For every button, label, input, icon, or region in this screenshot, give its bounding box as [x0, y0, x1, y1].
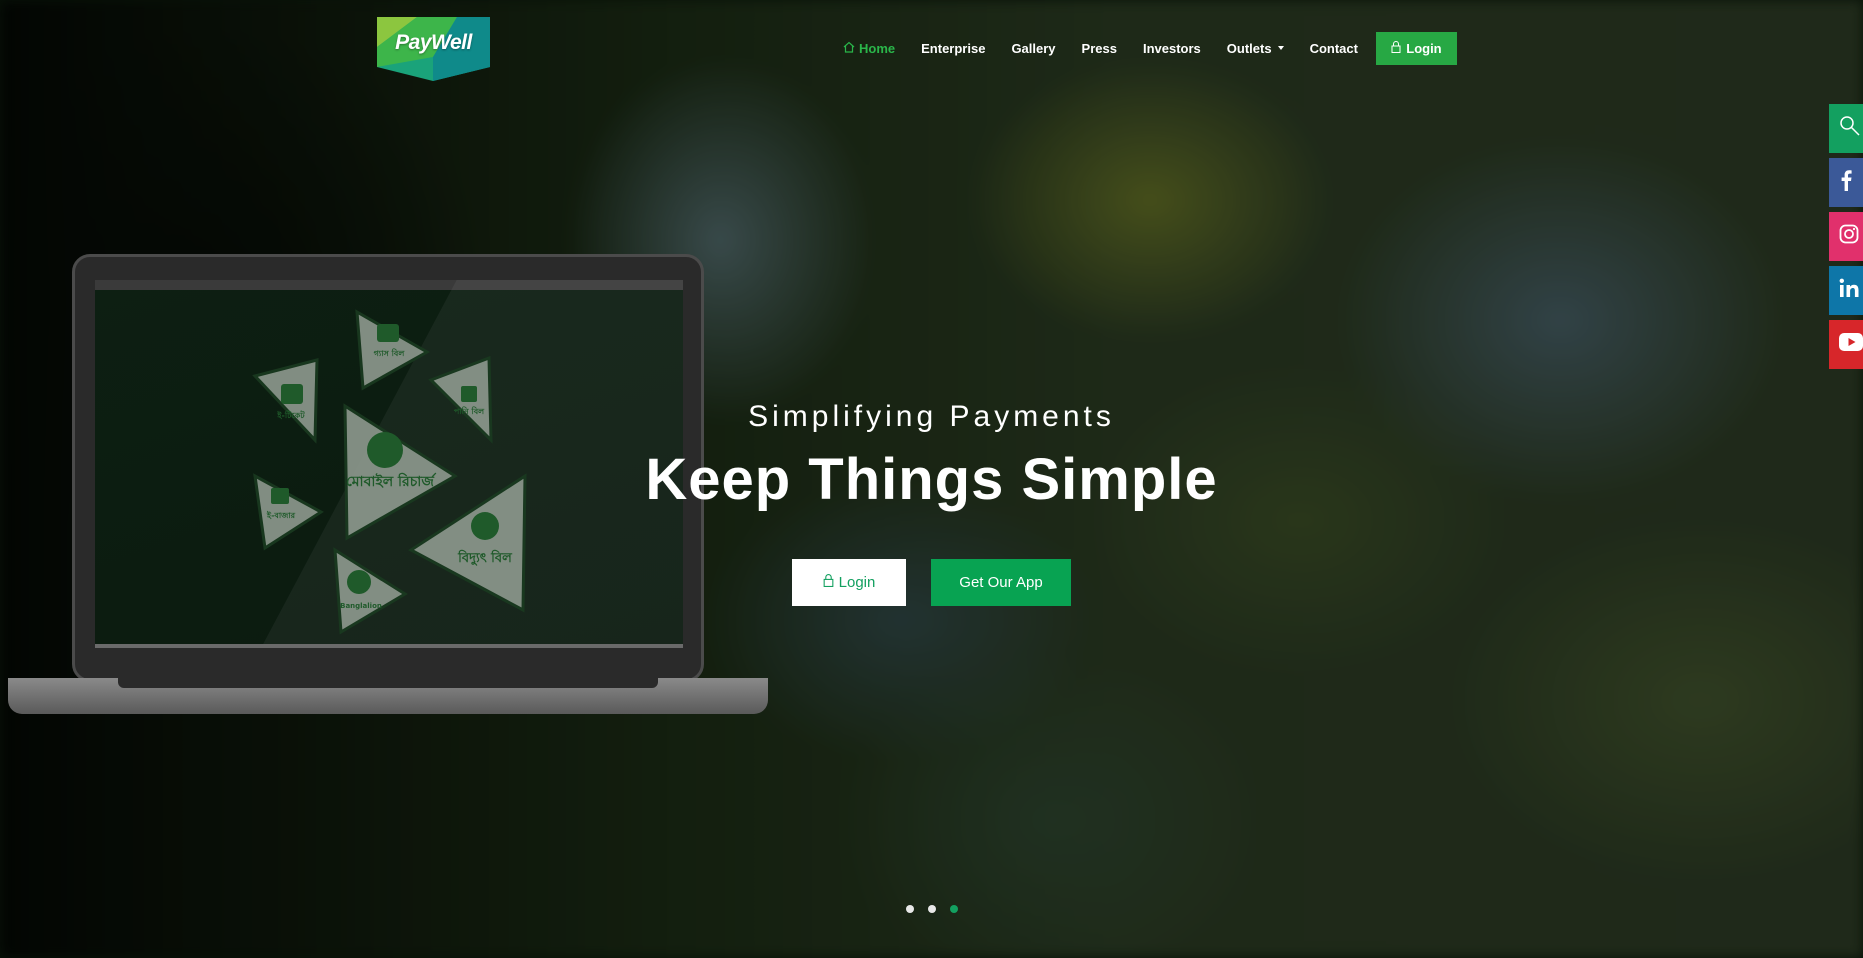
bulb-icon [471, 512, 499, 540]
gas-icon [377, 324, 399, 342]
youtube-button[interactable] [1829, 320, 1863, 369]
hero-title: Keep Things Simple [645, 447, 1218, 512]
tile-label-banglalion: Banglalion [340, 602, 382, 610]
hero-login-label: Login [838, 574, 876, 591]
carousel-dot[interactable] [928, 905, 936, 913]
nav-home[interactable]: Home [843, 41, 895, 56]
youtube-icon [1839, 333, 1863, 356]
nav-login-button[interactable]: Login [1375, 31, 1457, 65]
laptop-keyboard-edge [118, 678, 658, 688]
carousel-dots [906, 905, 972, 913]
facebook-button[interactable] [1829, 158, 1863, 207]
linkedin-button[interactable] [1829, 266, 1863, 315]
nav-outlets[interactable]: Outlets [1227, 41, 1284, 56]
carousel-dot[interactable] [906, 905, 914, 913]
caret-down-icon [1277, 46, 1284, 50]
tile-label-electricity: বিদ্যুৎ বিল [457, 549, 513, 567]
banglalion-tile [333, 547, 408, 635]
instagram-button[interactable] [1829, 212, 1863, 261]
hero-login-button[interactable]: Login [792, 559, 906, 606]
nav-login-label: Login [1406, 40, 1442, 56]
nav-gallery[interactable]: Gallery [1011, 41, 1055, 56]
main-nav: Home Enterprise Gallery Press Investors … [843, 31, 1457, 65]
home-icon [843, 41, 855, 56]
lock-icon [823, 574, 834, 591]
lock-icon [1391, 40, 1401, 56]
screen-bottom-bar [95, 644, 683, 648]
carousel-dot-active[interactable] [950, 905, 958, 913]
logo-text: PayWell [395, 31, 472, 54]
nav-home-label: Home [859, 40, 896, 56]
nav-contact[interactable]: Contact [1310, 41, 1358, 56]
nav-press[interactable]: Press [1082, 41, 1117, 56]
social-sidebar [1829, 104, 1863, 374]
search-button[interactable] [1829, 104, 1863, 153]
paywell-logo[interactable]: PayWell [377, 17, 490, 81]
lion-icon [347, 570, 371, 594]
search-icon [1839, 115, 1861, 142]
get-app-button[interactable]: Get Our App [931, 559, 1071, 606]
instagram-icon [1839, 224, 1859, 249]
linkedin-icon [1839, 278, 1861, 303]
facebook-icon [1839, 169, 1853, 196]
nav-outlets-label: Outlets [1226, 40, 1272, 56]
nav-investors[interactable]: Investors [1143, 41, 1201, 56]
hero-subtitle: Simplifying Payments [748, 400, 1115, 433]
tile-label-gas: গ্যাস বিল [374, 348, 406, 358]
nav-enterprise[interactable]: Enterprise [921, 41, 985, 56]
